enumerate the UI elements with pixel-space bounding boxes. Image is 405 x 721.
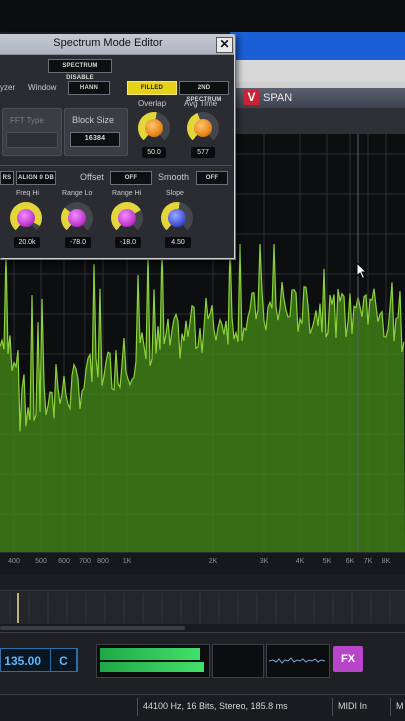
overlap-knob-cap <box>145 119 163 137</box>
midi-out-indicator[interactable]: M <box>396 701 404 711</box>
smooth-select[interactable]: OFF <box>196 171 228 185</box>
timeline-ruler[interactable] <box>0 574 405 590</box>
track-grid <box>9 593 391 623</box>
filled-display-button[interactable]: FILLED DISPLAY <box>127 81 177 103</box>
track-lane[interactable] <box>0 590 405 626</box>
freq-tick-label: 7K <box>363 558 373 565</box>
host-title-bar <box>230 32 405 60</box>
freq-tick-label: 8K <box>381 558 391 565</box>
range-hi-knob-cap <box>118 209 136 227</box>
frequency-axis: 400 500 600 700 800 1K 2K 3K 4K 5K 6K 7K 8K <box>0 552 405 575</box>
level-meter-left <box>100 648 200 660</box>
tempo-value: 135.00 <box>4 654 41 668</box>
overlap-knob[interactable] <box>138 112 170 144</box>
second-spectrum-button[interactable]: 2ND SPECTRUM <box>179 81 229 103</box>
slope-knob[interactable] <box>161 202 193 234</box>
fft-type-select[interactable] <box>6 132 58 148</box>
track-scrollbar-thumb[interactable] <box>0 626 185 630</box>
freq-tick-label: 6K <box>345 558 355 565</box>
offset-select[interactable]: OFF <box>110 171 152 185</box>
span-toolbar <box>230 108 405 135</box>
range-hi-value: -18.0 <box>115 237 141 248</box>
range-lo-knob-cap <box>68 209 86 227</box>
slope-knob-cap <box>168 209 186 227</box>
top-bar <box>0 0 405 32</box>
window-label: Window <box>28 83 57 92</box>
freq-tick-label: 800 <box>97 558 109 565</box>
freq-tick-label: 5K <box>322 558 332 565</box>
block-size-select[interactable]: 16384 <box>70 132 120 147</box>
cpu-meter <box>212 644 264 678</box>
freq-tick-label: 700 <box>79 558 91 565</box>
span-window-title: SPAN <box>263 92 293 104</box>
freq-hi-knob-cap <box>17 209 35 227</box>
avg-time-label: Avg Time <box>184 99 218 108</box>
freq-tick-label: 400 <box>8 558 20 565</box>
status-divider <box>390 698 391 716</box>
freq-tick-label: 3K <box>259 558 269 565</box>
status-divider <box>332 698 333 716</box>
freq-hi-label: Freq Hi <box>16 190 39 197</box>
range-lo-label: Range Lo <box>62 190 93 197</box>
freq-tick-label: 1K <box>122 558 132 565</box>
slope-value: 4.50 <box>165 237 191 248</box>
rs-button[interactable]: RS <box>0 171 14 185</box>
slope-label: Slope <box>166 190 184 197</box>
waveform-overview <box>266 644 330 678</box>
overlap-value: 50.0 <box>142 147 166 158</box>
align-0db-button[interactable]: ALIGN 0 DB <box>16 171 56 185</box>
offset-label: Offset <box>80 172 104 182</box>
close-button[interactable]: ✕ <box>216 37 233 53</box>
range-lo-value: -78.0 <box>65 237 91 248</box>
avg-time-knob[interactable] <box>187 112 219 144</box>
editor-title: Spectrum Mode Editor <box>53 37 163 49</box>
waveform-icon <box>268 657 326 664</box>
key-button[interactable]: C <box>50 648 77 672</box>
span-logo-icon: V <box>244 90 259 105</box>
range-lo-knob[interactable] <box>61 202 93 234</box>
freq-tick-label: 4K <box>295 558 305 565</box>
avg-time-knob-cap <box>194 119 212 137</box>
midi-in-indicator[interactable]: MIDI In <box>338 701 367 711</box>
mouse-pointer-icon <box>356 262 368 280</box>
overlap-label: Overlap <box>138 99 167 108</box>
freq-tick-label: 2K <box>208 558 218 565</box>
editor-divider <box>0 165 232 166</box>
freq-tick-label: 500 <box>35 558 47 565</box>
window-select[interactable]: HANN <box>68 81 110 95</box>
freq-hi-knob[interactable] <box>10 202 42 234</box>
smooth-label: Smooth <box>158 172 190 182</box>
avg-time-value: 577 <box>191 147 215 158</box>
analyzer-label: yzer <box>0 83 16 92</box>
freq-tick-label: 600 <box>58 558 70 565</box>
block-size-label: Block Size <box>72 115 115 125</box>
status-divider <box>137 698 138 716</box>
fx-button[interactable]: FX <box>333 646 363 672</box>
fft-type-label: FFT Type <box>10 116 44 125</box>
range-hi-label: Range Hi <box>112 190 142 197</box>
host-menu-bar <box>230 60 405 83</box>
audio-format-info: 44100 Hz, 16 Bits, Stereo, 185.8 ms <box>143 701 288 711</box>
range-hi-knob[interactable] <box>111 202 143 234</box>
spectrum-disable-button[interactable]: SPECTRUM DISABLE <box>48 59 112 81</box>
level-meter-right <box>100 662 204 672</box>
freq-hi-value: 20.0k <box>14 237 40 248</box>
